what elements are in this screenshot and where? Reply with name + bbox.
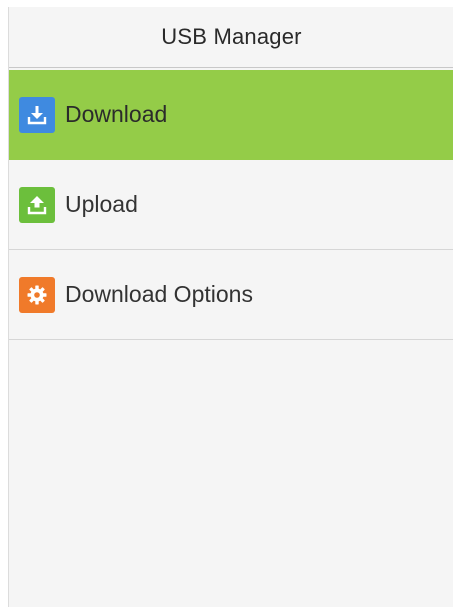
menu-item-label: Download bbox=[65, 101, 168, 127]
menu-item-download[interactable]: Download bbox=[9, 70, 453, 160]
menu-item-download-options[interactable]: Download Options bbox=[9, 250, 453, 340]
title-bar: USB Manager bbox=[9, 7, 453, 68]
download-icon bbox=[19, 96, 55, 133]
page-title: USB Manager bbox=[161, 24, 302, 49]
menu-item-upload[interactable]: Upload bbox=[9, 160, 453, 250]
gear-icon bbox=[19, 276, 55, 313]
upload-icon bbox=[19, 186, 55, 223]
menu-item-label: Upload bbox=[65, 191, 138, 217]
menu-list: Download Upload Download Options bbox=[9, 70, 453, 340]
usb-manager-screen: USB Manager Download Upload Download Opt… bbox=[8, 7, 453, 607]
menu-item-label: Download Options bbox=[65, 281, 253, 307]
